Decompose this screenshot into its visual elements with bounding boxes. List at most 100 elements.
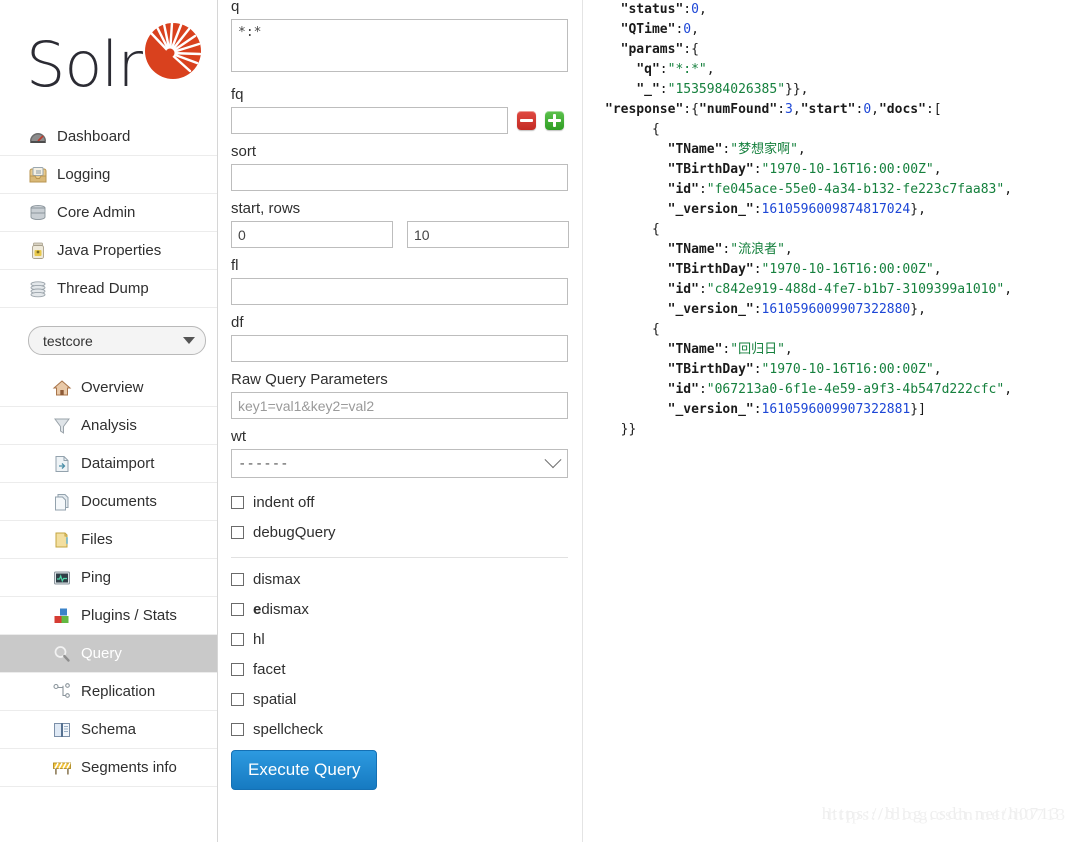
- sidebar-top-nav: Dashboard Logging Core Admin Java Proper…: [0, 118, 217, 308]
- sidebar-item-label: Dataimport: [81, 455, 155, 472]
- checkbox-label-rest: dismax: [261, 600, 309, 618]
- checkbox-spatial[interactable]: spatial: [231, 684, 582, 714]
- start-input[interactable]: [231, 221, 393, 248]
- checkbox-box[interactable]: [231, 602, 244, 616]
- sidebar-item-label: Thread Dump: [57, 280, 149, 297]
- sidebar-item-thread-dump[interactable]: Thread Dump: [0, 270, 217, 308]
- fq-input[interactable]: [231, 107, 508, 134]
- minus-button-icon[interactable]: [517, 111, 536, 130]
- field-label-fl: fl: [231, 257, 239, 274]
- sidebar-item-label: Overview: [81, 379, 144, 396]
- sidebar-item-label: Plugins / Stats: [81, 607, 177, 624]
- checkbox-box[interactable]: [231, 632, 244, 646]
- checkbox-label: dismax: [253, 570, 301, 588]
- ping-monitor-icon: [52, 568, 72, 588]
- sidebar-item-label: Dashboard: [57, 128, 131, 145]
- sidebar-item-label: Ping: [81, 569, 112, 586]
- field-label-q: q: [231, 0, 240, 15]
- field-q: q: [231, 0, 582, 77]
- chevron-down-icon: [544, 450, 562, 468]
- checkbox-indent-off[interactable]: indent off: [231, 487, 582, 517]
- sidebar-item-java-properties[interactable]: Java Properties: [0, 232, 217, 270]
- checkbox-label: indent off: [253, 493, 315, 511]
- core-selector-value: testcore: [43, 332, 93, 349]
- sidebar-item-documents[interactable]: Documents: [0, 483, 217, 521]
- checkbox-box[interactable]: [231, 525, 244, 539]
- checkbox-edismax[interactable]: edismax: [231, 594, 582, 624]
- checkbox-dismax[interactable]: dismax: [231, 564, 582, 594]
- field-label-raw-query-parameters: Raw Query Parameters: [231, 371, 388, 388]
- java-properties-jar-icon: [28, 241, 48, 261]
- sidebar-item-dashboard[interactable]: Dashboard: [0, 118, 217, 156]
- sidebar-item-label: Core Admin: [57, 204, 136, 221]
- checkbox-spellcheck[interactable]: spellcheck: [231, 714, 582, 744]
- files-folder-icon: [52, 530, 72, 550]
- sidebar-item-query[interactable]: Query: [0, 635, 217, 673]
- sidebar-item-core-admin[interactable]: Core Admin: [0, 194, 217, 232]
- checkbox-label: spatial: [253, 690, 297, 708]
- core-selector[interactable]: testcore: [28, 326, 206, 355]
- field-label-sort: sort: [231, 143, 257, 160]
- field-label-start-rows: start, rows: [231, 200, 301, 217]
- checkbox-label: spellcheck: [253, 720, 324, 738]
- analysis-funnel-icon: [52, 416, 72, 436]
- raw-query-parameters-input[interactable]: [231, 392, 568, 419]
- wt-select[interactable]: ------: [231, 449, 568, 478]
- checkbox-box[interactable]: [231, 495, 244, 509]
- sidebar-item-label: Documents: [81, 493, 157, 510]
- sidebar-item-label: Logging: [57, 166, 111, 183]
- response-json[interactable]: "status":0, "QTime":0, "params":{ "q":"*…: [605, 0, 1069, 440]
- checkbox-label: debugQuery: [253, 523, 336, 541]
- thread-dump-stack-icon: [28, 279, 48, 299]
- logging-tray-icon: [28, 165, 48, 185]
- sidebar-item-analysis[interactable]: Analysis: [0, 407, 217, 445]
- sidebar-core-nav: Overview Analysis Dataimport Documents F…: [0, 369, 217, 787]
- checkbox-box[interactable]: [231, 722, 244, 736]
- checkbox-box[interactable]: [231, 662, 244, 676]
- checkbox-hl[interactable]: hl: [231, 624, 582, 654]
- sidebar-item-overview[interactable]: Overview: [0, 369, 217, 407]
- rows-input[interactable]: [407, 221, 569, 248]
- field-sort: sort: [231, 143, 582, 191]
- form-divider: [231, 557, 568, 558]
- field-fl: fl: [231, 257, 582, 305]
- plus-button-icon[interactable]: [545, 111, 564, 130]
- checkbox-debugquery[interactable]: debugQuery: [231, 517, 582, 547]
- sidebar-item-label: Schema: [81, 721, 137, 738]
- sidebar-item-files[interactable]: Files: [0, 521, 217, 559]
- sidebar-item-segments-info[interactable]: Segments info: [0, 749, 217, 787]
- checkbox-label: facet: [253, 660, 286, 678]
- wt-selected-value: ------: [238, 455, 289, 472]
- sidebar-item-plugins-stats[interactable]: Plugins / Stats: [0, 597, 217, 635]
- checkbox-box[interactable]: [231, 692, 244, 706]
- solr-admin-app: Solr Dashboard Logging Core Admin Java P…: [0, 0, 1069, 842]
- sidebar-item-schema[interactable]: Schema: [0, 711, 217, 749]
- replication-nodes-icon: [52, 682, 72, 702]
- execute-query-button[interactable]: Execute Query: [231, 750, 378, 790]
- segments-barrier-icon: [52, 758, 72, 778]
- core-admin-database-icon: [28, 203, 48, 223]
- sidebar-item-dataimport[interactable]: Dataimport: [0, 445, 217, 483]
- field-label-df: df: [231, 314, 244, 331]
- query-response-panel: "status":0, "QTime":0, "params":{ "q":"*…: [583, 0, 1069, 842]
- sidebar-item-replication[interactable]: Replication: [0, 673, 217, 711]
- watermark-text-shadow: https://blog.csdn.net/h0713: [827, 805, 1067, 824]
- logo-wordmark: Solr: [26, 28, 143, 101]
- field-fq: fq: [231, 86, 582, 134]
- sort-input[interactable]: [231, 164, 568, 191]
- sidebar-item-ping[interactable]: Ping: [0, 559, 217, 597]
- sidebar-item-label: Replication: [81, 683, 156, 700]
- checkbox-box[interactable]: [231, 572, 244, 586]
- field-label-wt: wt: [231, 428, 246, 445]
- core-selector-wrap: testcore: [0, 308, 217, 369]
- df-input[interactable]: [231, 335, 568, 362]
- checkbox-facet[interactable]: facet: [231, 654, 582, 684]
- sidebar-item-logging[interactable]: Logging: [0, 156, 217, 194]
- query-form: q fq sort start, rows fl: [218, 0, 583, 842]
- logo-area[interactable]: Solr: [0, 0, 217, 104]
- solr-logo[interactable]: Solr: [26, 18, 202, 104]
- q-input[interactable]: [231, 19, 568, 72]
- dataimport-page-arrow-icon: [52, 454, 72, 474]
- fl-input[interactable]: [231, 278, 568, 305]
- plugins-blocks-icon: [52, 606, 72, 626]
